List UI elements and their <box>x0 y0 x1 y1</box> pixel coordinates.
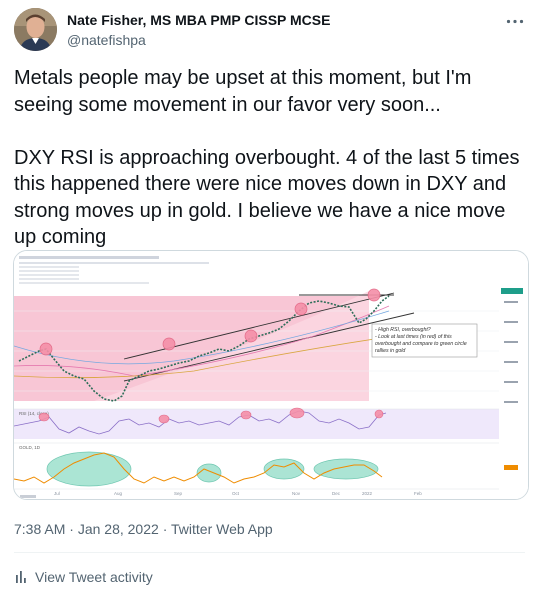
more-options-button[interactable] <box>504 14 526 28</box>
tweet-time[interactable]: 7:38 AM <box>14 521 65 537</box>
tweet-date[interactable]: Jan 28, 2022 <box>78 521 159 537</box>
tweet-media-chart[interactable]: - High RSI, overbought? - Look at last t… <box>13 250 529 500</box>
view-tweet-activity-label: View Tweet activity <box>35 569 153 585</box>
x-label-jul: Jul <box>54 491 60 496</box>
x-label-oct: Oct <box>232 491 240 496</box>
meta-separator: · <box>69 521 74 537</box>
tweet-text: Metals people may be upset at this momen… <box>14 67 520 248</box>
chart-image: - High RSI, overbought? - Look at last t… <box>14 251 528 499</box>
tweet-source-app[interactable]: Twitter Web App <box>171 521 273 537</box>
annotation-line-3: overbought and compare to green circle <box>375 341 467 347</box>
more-icon <box>506 19 524 23</box>
x-label-feb: Feb <box>414 491 422 496</box>
view-tweet-activity-button[interactable]: View Tweet activity <box>14 569 153 585</box>
avatar[interactable] <box>14 8 57 51</box>
x-label-sep: Sep <box>174 491 183 496</box>
author-name[interactable]: Nate Fisher, MS MBA PMP CISSP MCSE <box>67 12 330 28</box>
annotation-line-1: - High RSI, overbought? <box>375 327 431 333</box>
x-label-dec: Dec <box>332 491 341 496</box>
gold-label: GOLD, 1D <box>19 445 41 450</box>
x-label-nov: Nov <box>292 491 301 496</box>
annotation-line-4: rallies in gold <box>375 348 406 354</box>
bar-chart-icon <box>16 571 26 583</box>
divider <box>14 552 525 553</box>
x-label-aug: Aug <box>114 491 123 496</box>
tweet-meta: 7:38 AM · Jan 28, 2022 · Twitter Web App <box>14 521 273 537</box>
author-handle[interactable]: @natefishpa <box>67 32 146 48</box>
annotation-line-2: - Look at last times (in red) of this <box>375 334 452 340</box>
meta-separator: · <box>162 521 168 537</box>
x-label-2022: 2022 <box>362 491 373 496</box>
